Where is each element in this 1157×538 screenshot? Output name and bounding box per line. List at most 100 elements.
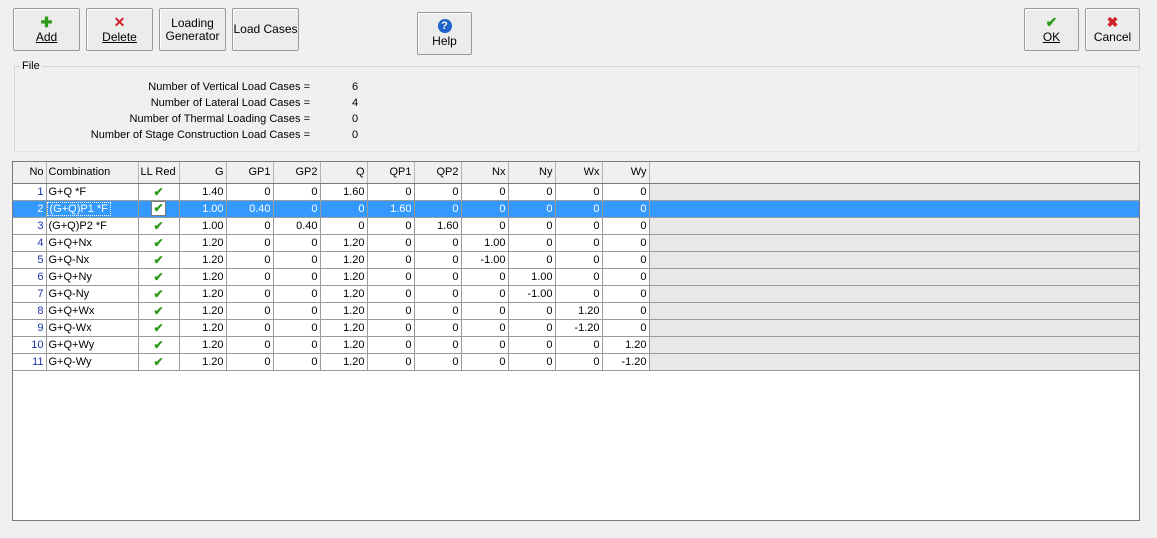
value-cell-g[interactable]: 1.20	[179, 302, 227, 320]
combination-cell[interactable]: G+Q-Wx	[46, 319, 139, 337]
column-header-wx[interactable]: Wx	[555, 162, 603, 184]
table-row[interactable]: 3 (G+Q)P2 *F ✔ 1.00 0 0.40 0 0 1.60 0 0 0 0	[13, 217, 1139, 235]
table-row[interactable]: 8 G+Q+Wx ✔ 1.20 0 0 1.20 0 0 0 0 1.20 0	[13, 302, 1139, 320]
row-number-cell[interactable]: 9	[13, 319, 47, 337]
value-cell-g[interactable]: 1.00	[179, 200, 227, 218]
column-header-wy[interactable]: Wy	[602, 162, 650, 184]
value-cell-gp2[interactable]: 0	[273, 302, 321, 320]
value-cell-nx[interactable]: 0	[461, 217, 509, 235]
row-number-cell[interactable]: 7	[13, 285, 47, 303]
value-cell-g[interactable]: 1.40	[179, 183, 227, 201]
table-row[interactable]: 7 G+Q-Ny ✔ 1.20 0 0 1.20 0 0 0 -1.00 0 0	[13, 285, 1139, 303]
value-cell-nx[interactable]: 0	[461, 319, 509, 337]
value-cell-wy[interactable]: -1.20	[602, 353, 650, 371]
value-cell-gp2[interactable]: 0	[273, 336, 321, 354]
value-cell-qp2[interactable]: 0	[414, 268, 462, 286]
value-cell-gp1[interactable]: 0	[226, 268, 274, 286]
value-cell-g[interactable]: 1.20	[179, 268, 227, 286]
value-cell-qp2[interactable]: 0	[414, 251, 462, 269]
value-cell-qp2[interactable]: 0	[414, 234, 462, 252]
table-row[interactable]: 10 G+Q+Wy ✔ 1.20 0 0 1.20 0 0 0 0 0 1.20	[13, 336, 1139, 354]
ll-red-cell[interactable]: ✔	[138, 285, 180, 303]
value-cell-ny[interactable]: 0	[508, 251, 556, 269]
value-cell-g[interactable]: 1.20	[179, 234, 227, 252]
value-cell-nx[interactable]: 0	[461, 268, 509, 286]
value-cell-ny[interactable]: 0	[508, 302, 556, 320]
row-number-cell[interactable]: 2	[13, 200, 47, 218]
value-cell-ny[interactable]: 0	[508, 234, 556, 252]
row-number-cell[interactable]: 1	[13, 183, 47, 201]
value-cell-qp2[interactable]: 0	[414, 200, 462, 218]
ll-red-cell[interactable]: ✔	[138, 251, 180, 269]
value-cell-q[interactable]: 1.20	[320, 251, 368, 269]
ll-red-checkbox[interactable]: ✔	[151, 201, 166, 216]
value-cell-qp1[interactable]: 0	[367, 268, 415, 286]
table-row[interactable]: 2 (G+Q)P1 *F ✔ 1.00 0.40 0 0 1.60 0 0 0 0 0	[13, 200, 1139, 218]
value-cell-nx[interactable]: 0	[461, 200, 509, 218]
value-cell-q[interactable]: 1.60	[320, 183, 368, 201]
value-cell-qp2[interactable]: 0	[414, 319, 462, 337]
value-cell-qp2[interactable]: 1.60	[414, 217, 462, 235]
value-cell-wy[interactable]: 0	[602, 302, 650, 320]
value-cell-qp1[interactable]: 0	[367, 183, 415, 201]
combination-cell[interactable]: G+Q+Nx	[46, 234, 139, 252]
value-cell-g[interactable]: 1.20	[179, 319, 227, 337]
table-row[interactable]: 6 G+Q+Ny ✔ 1.20 0 0 1.20 0 0 0 1.00 0 0	[13, 268, 1139, 286]
value-cell-q[interactable]: 1.20	[320, 319, 368, 337]
value-cell-nx[interactable]: 0	[461, 285, 509, 303]
value-cell-nx[interactable]: 0	[461, 302, 509, 320]
value-cell-q[interactable]: 1.20	[320, 234, 368, 252]
help-button[interactable]: ? Help	[417, 12, 472, 55]
table-row[interactable]: 9 G+Q-Wx ✔ 1.20 0 0 1.20 0 0 0 0 -1.20 0	[13, 319, 1139, 337]
column-header-ll-red[interactable]: LL Red	[138, 162, 180, 184]
value-cell-wy[interactable]: 0	[602, 251, 650, 269]
value-cell-qp2[interactable]: 0	[414, 336, 462, 354]
value-cell-gp2[interactable]: 0	[273, 319, 321, 337]
value-cell-wx[interactable]: 1.20	[555, 302, 603, 320]
value-cell-nx[interactable]: -1.00	[461, 251, 509, 269]
row-number-cell[interactable]: 4	[13, 234, 47, 252]
value-cell-g[interactable]: 1.20	[179, 336, 227, 354]
column-header-g[interactable]: G	[179, 162, 227, 184]
value-cell-gp1[interactable]: 0	[226, 353, 274, 371]
value-cell-gp1[interactable]: 0	[226, 336, 274, 354]
value-cell-wx[interactable]: 0	[555, 268, 603, 286]
combination-cell[interactable]: G+Q+Wx	[46, 302, 139, 320]
value-cell-q[interactable]: 1.20	[320, 268, 368, 286]
combination-cell[interactable]: G+Q+Ny	[46, 268, 139, 286]
value-cell-gp2[interactable]: 0	[273, 353, 321, 371]
value-cell-gp2[interactable]: 0	[273, 251, 321, 269]
row-number-cell[interactable]: 6	[13, 268, 47, 286]
value-cell-gp1[interactable]: 0	[226, 285, 274, 303]
value-cell-wx[interactable]: 0	[555, 234, 603, 252]
value-cell-wy[interactable]: 0	[602, 268, 650, 286]
ll-red-cell[interactable]: ✔	[138, 336, 180, 354]
value-cell-g[interactable]: 1.20	[179, 353, 227, 371]
row-number-cell[interactable]: 3	[13, 217, 47, 235]
value-cell-qp1[interactable]: 1.60	[367, 200, 415, 218]
load-cases-button[interactable]: Load Cases	[232, 8, 299, 51]
value-cell-nx[interactable]: 0	[461, 336, 509, 354]
value-cell-gp2[interactable]: 0	[273, 183, 321, 201]
ll-red-cell[interactable]: ✔	[138, 234, 180, 252]
value-cell-ny[interactable]: -1.00	[508, 285, 556, 303]
value-cell-gp1[interactable]: 0.40	[226, 200, 274, 218]
value-cell-gp1[interactable]: 0	[226, 251, 274, 269]
combination-cell[interactable]: G+Q-Nx	[46, 251, 139, 269]
column-header-gp1[interactable]: GP1	[226, 162, 274, 184]
combination-cell[interactable]: G+Q+Wy	[46, 336, 139, 354]
value-cell-wy[interactable]: 1.20	[602, 336, 650, 354]
ok-button[interactable]: ✔ OK	[1024, 8, 1079, 51]
combination-cell[interactable]: G+Q-Ny	[46, 285, 139, 303]
row-number-cell[interactable]: 8	[13, 302, 47, 320]
value-cell-q[interactable]: 0	[320, 200, 368, 218]
ll-red-cell[interactable]: ✔	[138, 183, 180, 201]
value-cell-gp1[interactable]: 0	[226, 234, 274, 252]
value-cell-wx[interactable]: 0	[555, 336, 603, 354]
value-cell-ny[interactable]: 0	[508, 183, 556, 201]
value-cell-g[interactable]: 1.00	[179, 217, 227, 235]
value-cell-wy[interactable]: 0	[602, 234, 650, 252]
value-cell-qp1[interactable]: 0	[367, 353, 415, 371]
value-cell-wx[interactable]: 0	[555, 251, 603, 269]
value-cell-qp1[interactable]: 0	[367, 319, 415, 337]
